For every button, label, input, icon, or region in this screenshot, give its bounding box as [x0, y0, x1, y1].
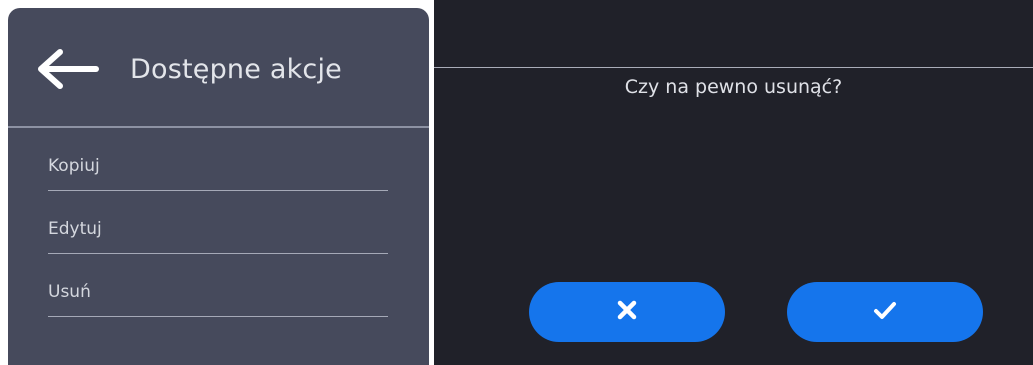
dialog-divider [434, 67, 1033, 68]
confirm-dialog: Czy na pewno usunąć? [434, 0, 1033, 365]
menu-item-label: Edytuj [48, 219, 102, 239]
actions-list: Kopiuj Edytuj Usuń [48, 128, 388, 317]
cancel-button[interactable] [529, 282, 725, 342]
actions-panel: Dostępne akcje Kopiuj Edytuj Usuń [8, 8, 429, 365]
check-icon [872, 299, 898, 325]
menu-item-label: Kopiuj [48, 156, 100, 176]
menu-item-label: Usuń [48, 282, 91, 302]
screen: Dostępne akcje Kopiuj Edytuj Usuń Czy na… [0, 0, 1033, 365]
close-icon [616, 299, 638, 325]
confirm-button[interactable] [787, 282, 983, 342]
menu-item-edit[interactable]: Edytuj [48, 191, 388, 254]
dialog-question: Czy na pewno usunąć? [624, 76, 843, 98]
actions-header: Dostępne akcje [8, 8, 429, 126]
menu-item-copy[interactable]: Kopiuj [48, 128, 388, 191]
arrow-left-icon [32, 46, 102, 92]
menu-item-delete[interactable]: Usuń [48, 254, 388, 317]
back-button[interactable] [32, 46, 102, 92]
menu-item-divider [48, 316, 388, 317]
page-title: Dostępne akcje [130, 54, 342, 85]
